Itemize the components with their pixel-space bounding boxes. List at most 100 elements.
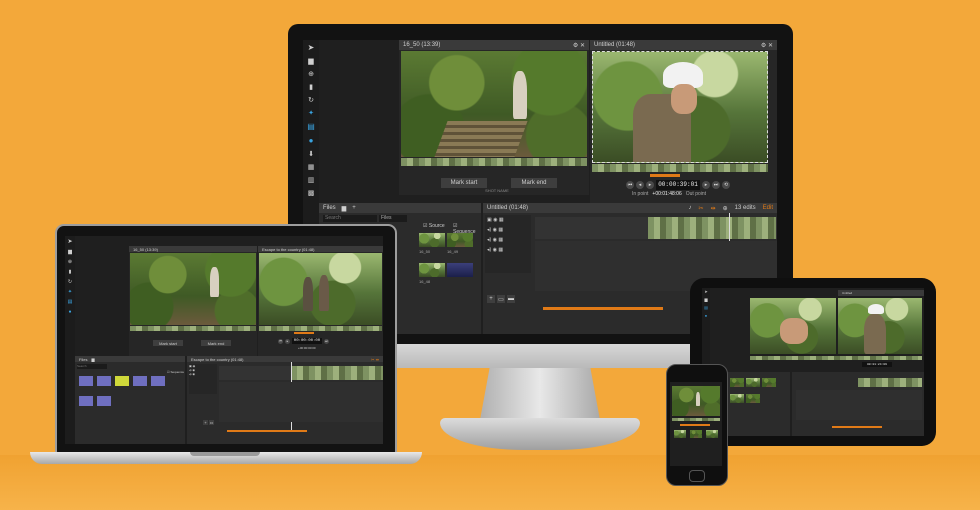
timeline-clip[interactable] bbox=[858, 378, 922, 387]
folder-icon[interactable]: ▆ bbox=[704, 298, 707, 302]
sequence-thumbnail[interactable] bbox=[79, 396, 93, 406]
file-thumbnail[interactable] bbox=[762, 378, 776, 387]
cut-icon[interactable]: ✂ ⇹ bbox=[371, 357, 379, 362]
source-scrubber[interactable] bbox=[130, 326, 256, 331]
download-icon[interactable]: ⬇ bbox=[308, 151, 314, 158]
timeline-clip[interactable] bbox=[648, 217, 776, 239]
files-search-input[interactable]: Search bbox=[77, 364, 107, 369]
source-video-frame[interactable] bbox=[401, 51, 587, 157]
globe-icon[interactable]: ● bbox=[68, 310, 71, 315]
video-track-header[interactable]: ▣ ◉ ▦ bbox=[485, 215, 531, 225]
mark-start-button[interactable]: Mark start bbox=[441, 178, 487, 188]
file-thumbnail[interactable] bbox=[730, 394, 744, 403]
collapse-icon[interactable]: ▬ bbox=[507, 295, 515, 303]
plus-circle-icon[interactable]: ⊕ bbox=[68, 260, 72, 265]
source-checkbox[interactable]: ☑ Source bbox=[423, 223, 445, 229]
audio-track-header[interactable]: ◂) ◉ bbox=[189, 372, 217, 376]
play-icon[interactable]: ▸ bbox=[646, 181, 654, 189]
fit-icon[interactable]: ▭ bbox=[497, 295, 505, 303]
file-thumbnail[interactable] bbox=[706, 430, 718, 438]
audio-track-header[interactable]: ◂) ◉ ▦ bbox=[485, 235, 531, 245]
mic-icon[interactable]: ♪ bbox=[689, 205, 692, 212]
plus-circle-icon[interactable]: ⊕ bbox=[308, 71, 314, 78]
program-video-frame[interactable] bbox=[592, 51, 768, 163]
sequence-thumbnail[interactable] bbox=[79, 376, 93, 386]
add-track-icon[interactable]: + bbox=[487, 295, 495, 303]
film-icon[interactable]: ▤ bbox=[704, 306, 708, 310]
source-video-frame[interactable] bbox=[130, 253, 256, 325]
zoom-icon[interactable]: ⊕ bbox=[723, 205, 728, 212]
skip-back-icon[interactable]: ⏮ bbox=[626, 181, 634, 189]
skip-forward-icon[interactable]: ⏭ bbox=[712, 181, 720, 189]
stairs bbox=[434, 121, 528, 157]
play-icon[interactable]: ▸ bbox=[285, 338, 290, 344]
cut-icon[interactable]: ✂ bbox=[699, 205, 704, 212]
loop-icon[interactable]: ⟲ bbox=[722, 181, 730, 189]
skip-forward-icon[interactable]: ⏭ bbox=[324, 338, 329, 344]
scrubber[interactable] bbox=[750, 356, 922, 360]
file-thumbnail[interactable] bbox=[674, 430, 686, 438]
scrubber[interactable] bbox=[672, 418, 720, 421]
files-filter-select[interactable]: Files bbox=[379, 215, 407, 222]
globe-icon[interactable]: ● bbox=[705, 314, 707, 318]
timeline-scrollbar[interactable] bbox=[543, 307, 663, 310]
file-thumbnail[interactable] bbox=[419, 233, 445, 247]
folder-icon[interactable]: ▆ bbox=[342, 205, 347, 212]
file-thumbnail[interactable] bbox=[419, 263, 445, 277]
timeline-scrollbar[interactable] bbox=[227, 430, 307, 432]
step-back-icon[interactable]: ◂ bbox=[636, 181, 644, 189]
audio-track-header[interactable]: ◂) ◉ ▦ bbox=[485, 245, 531, 255]
grid-icon[interactable]: ▩ bbox=[308, 190, 315, 197]
edit-mode-label[interactable]: Edit bbox=[763, 205, 773, 212]
folder-icon[interactable]: ▆ bbox=[308, 58, 313, 65]
file-thumbnail[interactable] bbox=[730, 378, 744, 387]
sequence-thumbnail-selected[interactable] bbox=[115, 376, 129, 386]
fit-icon[interactable]: ▭ bbox=[209, 420, 214, 425]
program-video-frame[interactable] bbox=[838, 298, 922, 354]
source-video-frame[interactable] bbox=[750, 298, 836, 354]
sequence-thumbnail[interactable] bbox=[97, 396, 111, 406]
gallery-icon[interactable]: ▦ bbox=[308, 164, 315, 171]
source-scrubber[interactable] bbox=[401, 158, 587, 166]
file-thumbnail[interactable] bbox=[447, 233, 473, 247]
trash-icon[interactable]: ▮ bbox=[309, 84, 313, 91]
video-frame[interactable] bbox=[672, 386, 720, 416]
film-icon[interactable]: ▤ bbox=[307, 123, 315, 131]
program-video-frame[interactable] bbox=[259, 253, 382, 325]
home-button[interactable] bbox=[689, 470, 705, 482]
file-thumbnail[interactable] bbox=[690, 430, 702, 438]
trash-icon[interactable]: ▮ bbox=[69, 270, 72, 275]
skip-back-icon[interactable]: ⏮ bbox=[278, 338, 283, 344]
timeline-scrollbar[interactable] bbox=[832, 426, 882, 428]
split-icon[interactable]: ⇹ bbox=[711, 205, 716, 212]
mark-end-button[interactable]: Mark end bbox=[201, 340, 231, 346]
folder-icon[interactable]: ▆ bbox=[91, 357, 94, 362]
twitter-icon[interactable]: ✦ bbox=[68, 290, 72, 295]
sequence-thumbnail[interactable] bbox=[151, 376, 165, 386]
files-search-input[interactable]: Search bbox=[323, 215, 377, 222]
twitter-icon[interactable]: ✦ bbox=[308, 110, 314, 117]
film-icon[interactable]: ▤ bbox=[68, 300, 73, 305]
timeline-clip[interactable] bbox=[291, 366, 383, 380]
file-thumbnail[interactable] bbox=[447, 263, 473, 277]
audio-tracks[interactable] bbox=[219, 382, 383, 422]
program-scrubber[interactable] bbox=[592, 164, 768, 172]
program-scrubber[interactable] bbox=[259, 326, 382, 331]
mark-start-button[interactable]: Mark start bbox=[153, 340, 183, 346]
history-icon[interactable]: ↻ bbox=[308, 97, 314, 104]
sequence-checkbox[interactable]: ☑ Sequence bbox=[167, 370, 184, 374]
sequence-thumbnail[interactable] bbox=[97, 376, 111, 386]
history-icon[interactable]: ↻ bbox=[68, 280, 72, 285]
file-thumbnail[interactable] bbox=[746, 378, 760, 387]
globe-icon[interactable]: ● bbox=[309, 137, 314, 145]
step-forward-icon[interactable]: ▸ bbox=[702, 181, 710, 189]
mark-end-button[interactable]: Mark end bbox=[511, 178, 557, 188]
folder-icon[interactable]: ▆ bbox=[68, 250, 72, 255]
file-thumbnail[interactable] bbox=[746, 394, 760, 403]
sequence-thumbnail[interactable] bbox=[133, 376, 147, 386]
chart-icon[interactable]: ▥ bbox=[308, 177, 315, 184]
audio-tracks[interactable] bbox=[796, 390, 922, 420]
audio-track-header[interactable]: ◂) ◉ ▦ bbox=[485, 225, 531, 235]
add-icon[interactable]: + bbox=[352, 205, 356, 211]
add-track-icon[interactable]: + bbox=[203, 420, 208, 425]
